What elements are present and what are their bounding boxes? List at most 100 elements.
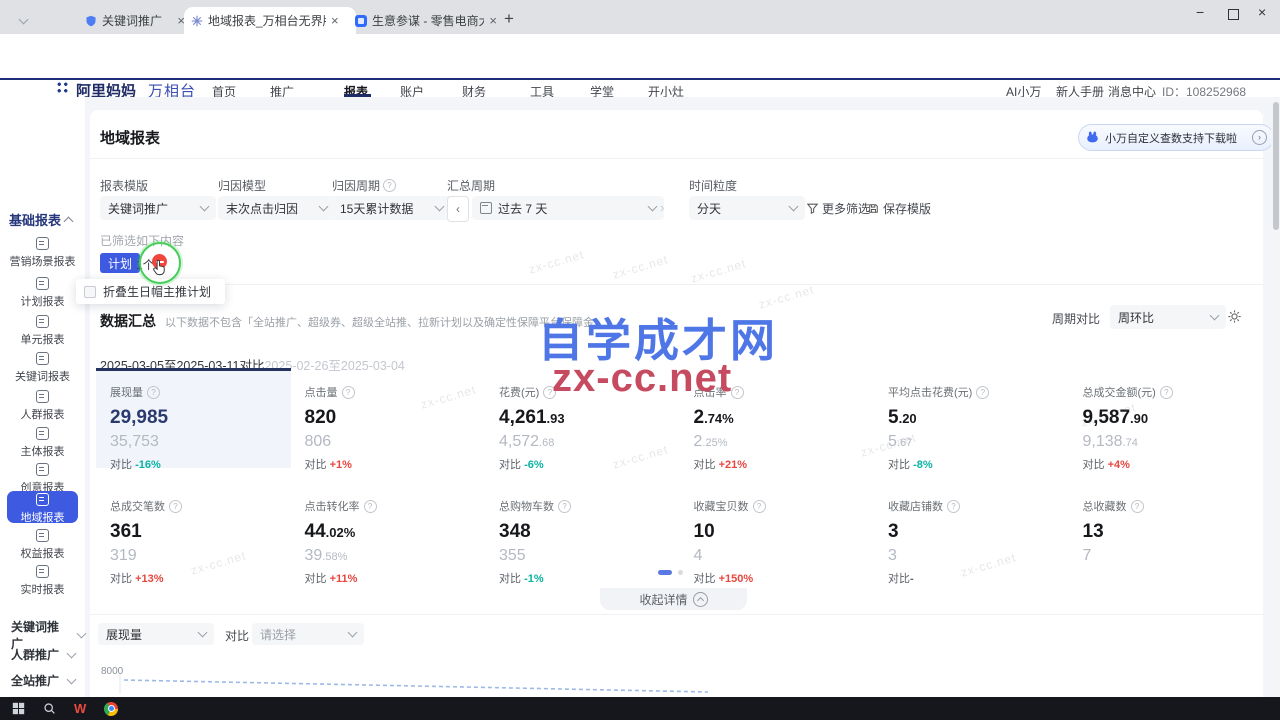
tab-search-chevron-icon[interactable] [20,12,27,26]
bookmarks-bar: Gmail YouTube 仿真樱花树桃花网... 地图 拼多多商家后台，...… [0,58,1280,79]
report-template-select[interactable]: 关键词推广 [100,196,216,220]
taskbar-search-icon[interactable] [43,702,56,715]
screen: 关键词推广 × 地域报表_万相台无界版 × 生意参谋 - 零售电商大数据产品 ×… [0,0,1280,720]
help-icon: ? [947,500,960,513]
chart-vs-label: 对比 [225,627,249,644]
sidebar-item-region-report-active[interactable]: 地域报表 [7,491,78,523]
metric-card[interactable]: 点击量? 820 806 对比 +1% [291,368,486,468]
report-icon [36,463,49,476]
arrow-right-icon: › [1252,130,1267,145]
chart-metric-select[interactable]: 展现量 [98,623,214,645]
metric-card[interactable]: 总收藏数? 13 7 [1069,482,1264,582]
filter-label: 汇总周期 [447,177,495,194]
help-icon: ? [364,500,377,513]
sidebar-item-realtime-report[interactable]: 实时报表 [0,565,85,597]
sidebar-item-audience-report[interactable]: 人群报表 [0,390,85,422]
more-filters-button[interactable]: 更多筛选 [807,200,870,217]
metric-card[interactable]: 总购物车数? 348 355 对比 -1% [485,482,680,582]
attribution-window-select[interactable]: 15天累计数据 [332,196,451,220]
cards-pagination[interactable] [658,570,683,575]
settings-gear-icon[interactable] [1227,309,1242,327]
windows-start-icon[interactable] [12,702,25,715]
metric-card-selected[interactable]: 展现量? 29,985 35,753 对比 -16% [96,368,291,468]
attribution-model-select[interactable]: 末次点击归因 [218,196,335,220]
page-dot-active[interactable] [658,570,672,575]
sidebar-section-title[interactable]: 基础报表 [9,210,72,229]
report-icon [36,237,49,250]
divider [90,614,1263,615]
sidebar: 基础报表 营销场景报表 计划报表 单元报表 关键词报表 人群报表 主体报表 创意… [0,97,85,697]
sidebar-item-plan-report[interactable]: 计划报表 [0,277,85,309]
report-icon [36,315,49,328]
rabbit-icon [1085,130,1100,145]
sidebar-item-rights-report[interactable]: 权益报表 [0,529,85,561]
tab-title: 关键词推广 [102,12,172,29]
help-icon: ? [383,179,396,192]
date-range-select[interactable]: 过去 7 天 [472,196,664,220]
sidebar-group-audience[interactable]: 人群推广 [11,646,75,663]
shield-favicon-icon [85,15,97,27]
browser-tab-active[interactable]: 地域报表_万相台无界版 × [184,7,356,34]
metric-card[interactable]: 收藏宝贝数? 10 4 对比 +150% [680,482,875,582]
collapse-details-button[interactable]: 收起详情 [600,588,747,610]
browser-tab-strip: 关键词推广 × 地域报表_万相台无界版 × 生意参谋 - 零售电商大数据产品 ×… [0,0,1280,34]
window-restore-button[interactable] [1228,7,1239,23]
filter-label: 时间粒度 [689,177,737,194]
metric-card[interactable]: 平均点击花费(元)? 5.20 5.67 对比 -8% [874,368,1069,468]
sidebar-group-sitewide[interactable]: 全站推广 [11,672,75,689]
scrollbar-thumb[interactable] [1273,102,1279,230]
metric-card[interactable]: 点击转化率? 44.02% 39.58% 对比 +11% [291,482,486,582]
summary-title: 数据汇总 [100,311,156,331]
help-icon: ? [342,386,355,399]
sidebar-item-marketing-report[interactable]: 营销场景报表 [0,237,85,269]
tab-close-icon[interactable]: × [489,14,497,27]
save-icon [868,203,879,214]
tab-title: 生意参谋 - 零售电商大数据产品 [372,12,484,29]
hand-cursor-icon [150,258,169,277]
tab-close-icon[interactable]: × [331,14,339,27]
new-tab-button[interactable]: + [504,9,514,29]
sycm-favicon-icon [355,15,367,27]
report-icon [36,565,49,578]
report-icon [36,427,49,440]
browser-tab[interactable]: 关键词推广 × [78,7,192,34]
report-icon [36,277,49,290]
chrome-taskbar-icon[interactable] [104,702,118,716]
checkbox-icon[interactable] [84,286,96,298]
filter-label: 报表模版 [100,177,148,194]
asterisk-favicon-icon [191,15,203,27]
save-template-button[interactable]: 保存模版 [868,200,931,217]
window-minimize-button[interactable]: − [1196,4,1204,20]
plan-tooltip[interactable]: 折叠生日帽主推计划 [76,279,225,304]
wps-taskbar-icon[interactable]: W [74,701,86,716]
help-icon: ? [1131,500,1144,513]
page-dot[interactable] [678,570,683,575]
window-close-button[interactable]: × [1258,4,1266,20]
filter-label: 归因周期? [332,177,396,194]
trend-chart [118,672,718,696]
sidebar-item-subject-report[interactable]: 主体报表 [0,427,85,459]
divider [90,158,1263,159]
help-icon: ? [558,500,571,513]
granularity-select[interactable]: 分天 [689,196,805,220]
next-period-button[interactable]: › [660,200,664,215]
plan-filter-tag[interactable]: 计划 [100,253,140,273]
period-compare-select[interactable]: 周环比 [1110,305,1226,329]
help-icon: ? [1160,386,1173,399]
calendar-icon [480,202,492,214]
sidebar-item-unit-report[interactable]: 单元报表 [0,315,85,347]
alimama-logo-icon [56,81,69,94]
report-icon [36,493,49,506]
page-title: 地域报表 [100,127,160,148]
prev-period-button[interactable]: ‹ [447,196,469,222]
divider [90,284,1263,285]
browser-tab[interactable]: 生意参谋 - 零售电商大数据产品 × [348,7,504,34]
filter-label: 归因模型 [218,177,266,194]
funnel-icon [807,203,818,214]
browser-address-bar: ← → one.alimama.com/index.html?spm=a21dv… [0,34,1280,58]
report-icon [36,529,49,542]
sidebar-item-keyword-report[interactable]: 关键词报表 [0,352,85,384]
help-icon: ? [976,386,989,399]
ai-query-promo-button[interactable]: 小万自定义查数支持下载啦 › [1078,124,1274,151]
chart-compare-select[interactable]: 请选择 [252,623,364,645]
